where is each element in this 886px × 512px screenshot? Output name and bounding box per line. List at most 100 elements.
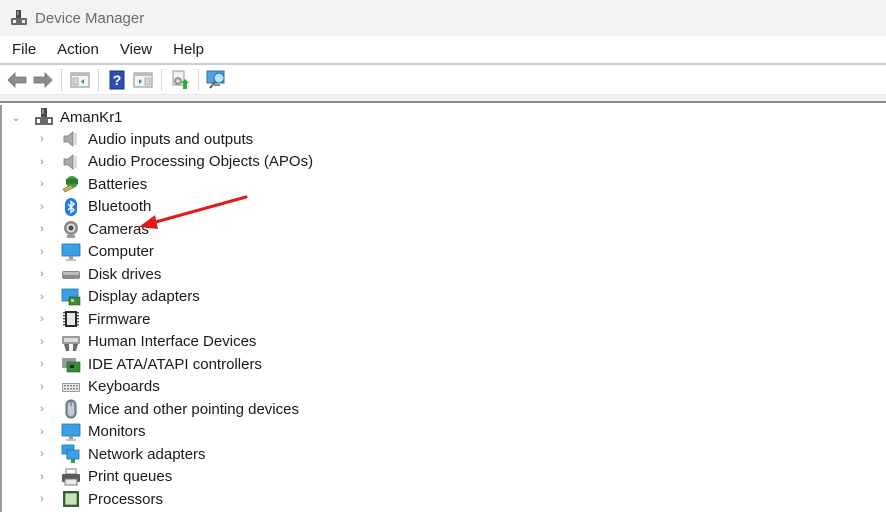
menu-action[interactable]: Action (53, 41, 108, 58)
update-driver-icon (172, 70, 189, 89)
toolbar-separator (98, 69, 99, 91)
tree-item-label: Audio inputs and outputs (88, 130, 254, 148)
tree-item-network-adapters[interactable]: › Network adapters (36, 443, 206, 465)
console-tree-icon (70, 72, 89, 88)
network-adapter-icon (61, 444, 80, 463)
tree-item-label: Cameras (88, 220, 149, 238)
tree-item-label: IDE ATA/ATAPI controllers (88, 355, 262, 373)
tree-item-print-queues[interactable]: › Print queues (36, 466, 172, 488)
toolbar-separator (61, 69, 62, 91)
chevron-right-icon[interactable]: › (36, 471, 48, 483)
update-driver-button[interactable] (168, 69, 191, 91)
chevron-right-icon[interactable]: › (36, 178, 48, 190)
tree-item-label: Network adapters (88, 445, 206, 463)
menu-help[interactable]: Help (169, 41, 213, 58)
bluetooth-icon (65, 197, 77, 216)
show-hide-console-tree-button[interactable] (68, 69, 91, 91)
tree-item-keyboards[interactable]: › Keyboards (36, 376, 160, 398)
chevron-right-icon[interactable]: › (36, 336, 48, 348)
tree-item-mice-and-other-pointing-devices[interactable]: › Mice and other pointing devices (36, 398, 299, 420)
chevron-right-icon[interactable]: › (36, 448, 48, 460)
tree-item-label: Bluetooth (88, 198, 152, 215)
action-pane-icon (133, 72, 152, 88)
monitor-icon (61, 243, 81, 261)
window-title: Device Manager (35, 9, 145, 27)
tree-item-bluetooth[interactable]: › Bluetooth (36, 196, 151, 218)
toolbar-separator (161, 69, 162, 91)
device-manager-icon (11, 10, 27, 25)
toolbar-separator (198, 69, 199, 91)
speaker-icon (63, 131, 77, 147)
chevron-right-icon[interactable]: › (36, 358, 48, 370)
toolbar: ? (0, 66, 886, 95)
chip-icon (63, 311, 79, 327)
scan-hardware-icon (206, 70, 224, 89)
display-adapter-icon (61, 288, 81, 305)
svg-text:?: ? (112, 72, 121, 88)
chevron-right-icon[interactable]: › (36, 133, 48, 145)
menu-view[interactable]: View (116, 41, 161, 58)
tree-item-computer[interactable]: › Computer (36, 241, 154, 263)
chevron-down-icon[interactable]: ⌄ (10, 111, 22, 124)
tree-item-label: Display adapters (88, 288, 200, 305)
arrow-left-icon (6, 72, 26, 88)
chevron-right-icon[interactable]: › (36, 493, 48, 505)
tree-item-batteries[interactable]: › Batteries (36, 173, 147, 195)
menu-file[interactable]: File (8, 41, 45, 58)
chevron-right-icon[interactable]: › (36, 403, 48, 415)
processor-icon (63, 491, 79, 507)
camera-icon (64, 221, 78, 238)
tree-item-label: Disk drives (88, 265, 162, 283)
chevron-right-icon[interactable]: › (36, 426, 48, 438)
tree-item-human-interface-devices[interactable]: › Human Interface Devices (36, 331, 256, 353)
chevron-right-icon[interactable]: › (36, 156, 48, 168)
ide-controller-icon (62, 358, 81, 373)
chevron-right-icon[interactable]: › (36, 201, 48, 213)
tree-item-label: Firmware (88, 310, 151, 328)
chevron-right-icon[interactable]: › (36, 291, 48, 303)
tree-item-label: Monitors (88, 423, 146, 440)
speaker-icon (63, 153, 77, 170)
tree-item-label: Audio Processing Objects (APOs) (88, 153, 314, 170)
tree-item-monitors[interactable]: › Monitors (36, 421, 146, 443)
tree-item-label: Print queues (88, 468, 173, 485)
tree-root-label: AmanKr1 (60, 108, 123, 126)
tree-item-display-adapters[interactable]: › Display adapters (36, 286, 200, 308)
chevron-right-icon[interactable]: › (36, 313, 48, 325)
printer-icon (62, 468, 80, 485)
menu-bar: File Action View Help (0, 36, 886, 65)
mouse-icon (65, 399, 77, 419)
keyboard-icon (62, 382, 80, 392)
computer-tower-icon (35, 108, 53, 125)
tree-item-label: Mice and other pointing devices (88, 400, 299, 418)
device-tree[interactable]: ⌄ AmanKr1 › Audio inputs and outputs › Audi… (0, 105, 886, 512)
chevron-right-icon[interactable]: › (36, 268, 48, 280)
chevron-right-icon[interactable]: › (36, 223, 48, 235)
tree-item-audio-inputs-and-outputs[interactable]: › Audio inputs and outputs (36, 128, 253, 150)
tree-item-label: Human Interface Devices (88, 333, 257, 350)
back-button[interactable] (5, 69, 28, 91)
scan-hardware-changes-button[interactable] (205, 69, 228, 91)
help-button[interactable]: ? (105, 69, 128, 91)
forward-button[interactable] (31, 69, 54, 91)
help-icon: ? (109, 70, 124, 90)
tree-item-audio-processing-objects-apos[interactable]: › Audio Processing Objects (APOs) (36, 151, 313, 173)
disk-drive-icon (62, 271, 80, 279)
tree-item-label: Computer (88, 243, 154, 260)
battery-icon (62, 176, 78, 193)
title-bar: Device Manager (0, 0, 886, 36)
tree-root[interactable]: ⌄ AmanKr1 (10, 106, 123, 128)
chevron-right-icon[interactable]: › (36, 381, 48, 393)
show-hide-action-pane-button[interactable] (131, 69, 154, 91)
monitor-icon (61, 423, 81, 441)
tree-item-label: Batteries (88, 175, 148, 193)
chevron-right-icon[interactable]: › (36, 246, 48, 258)
hid-icon (62, 335, 80, 351)
tree-item-disk-drives[interactable]: › Disk drives (36, 263, 161, 285)
arrow-right-icon (33, 72, 53, 88)
tree-item-cameras[interactable]: › Cameras (36, 218, 149, 240)
tree-item-firmware[interactable]: › Firmware (36, 308, 151, 330)
tree-item-processors[interactable]: › Processors (36, 488, 163, 510)
tree-item-label: Keyboards (88, 378, 160, 395)
tree-item-ide-ata-atapi-controllers[interactable]: › IDE ATA/ATAPI controllers (36, 353, 262, 375)
